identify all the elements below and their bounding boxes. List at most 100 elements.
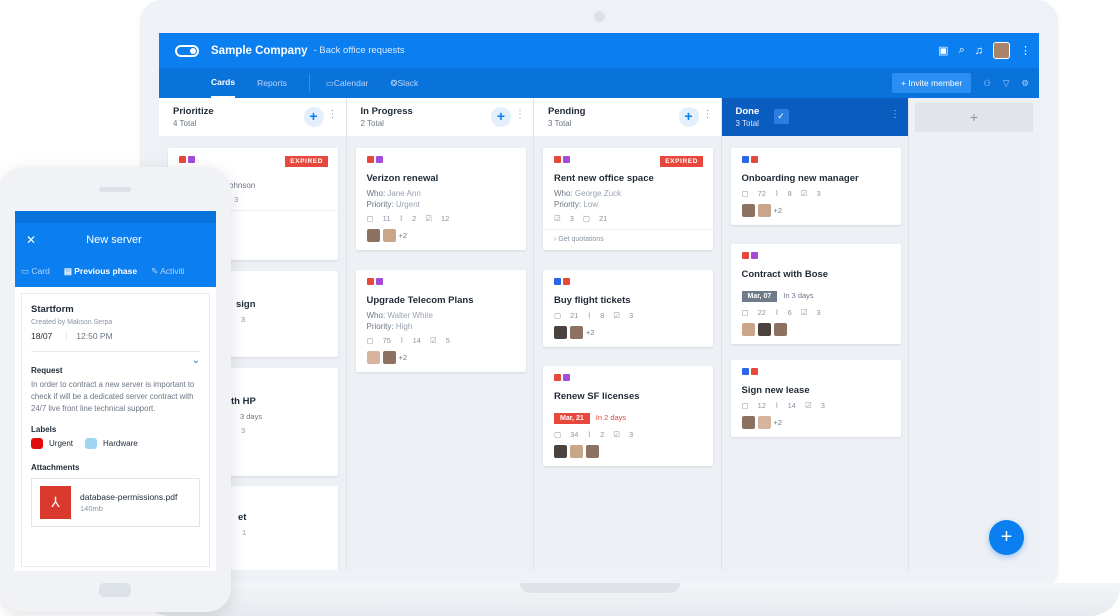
floating-add-button[interactable]: + — [989, 520, 1024, 555]
card[interactable]: Onboarding new manager ▢ 72 ⌇ 8 ☑ 3 +2 — [730, 148, 901, 225]
person-icon[interactable]: ⚇ — [983, 78, 991, 89]
checklist-count: 3 — [816, 189, 821, 198]
tab-card[interactable]: ▭ Card — [21, 266, 50, 277]
comment-icon: ▢ — [554, 311, 562, 320]
file-name: database-permissions.pdf — [80, 492, 178, 502]
tab-reports[interactable]: Reports — [257, 68, 287, 98]
tab-cards[interactable]: Cards — [211, 68, 236, 98]
filter-icon[interactable]: ▽ — [1003, 78, 1010, 89]
add-card-button[interactable]: + — [678, 107, 699, 127]
card[interactable]: Buy flight tickets ▢ 21 ⌇ 8 ☑ 3 +2 — [543, 270, 713, 347]
who-value: George Zuck — [574, 189, 622, 198]
phone-title: New server — [86, 233, 142, 246]
label-tag — [375, 156, 383, 163]
card-link[interactable]: › Get quotations — [543, 229, 713, 250]
label-tag — [741, 156, 749, 163]
logo-icon[interactable] — [175, 44, 199, 57]
search-icon[interactable]: ⌕ — [959, 44, 965, 57]
checklist-count: 3 — [234, 195, 239, 204]
card[interactable]: Contract with Bose Mar, 07 In 3 days ▢ 22 ⌇… — [730, 244, 901, 344]
card[interactable]: Renew SF licenses Mar, 21 In 2 days ▢ 34 ⌇ 2… — [543, 366, 713, 466]
camera — [594, 11, 605, 22]
attachment-count: 8 — [600, 311, 605, 320]
avatar — [570, 445, 583, 458]
phone-speaker — [99, 187, 131, 192]
slack-icon: ❂ — [390, 77, 398, 88]
avatar — [741, 204, 755, 217]
label-tag — [563, 278, 570, 285]
date-badge: Mar, 07 — [741, 291, 778, 302]
column-menu-icon[interactable]: ⋮ — [328, 109, 338, 120]
close-icon[interactable]: ✕ — [26, 233, 36, 247]
phone-screen: ✕ New server ▭ Card ▤ Previous phase ✎ A… — [15, 211, 216, 571]
time-value: 12:50 PM — [66, 331, 113, 341]
avatar — [586, 445, 599, 458]
tab-slack[interactable]: ❂ Slack — [390, 68, 418, 98]
bell-icon[interactable]: ♫ — [975, 45, 983, 57]
column-in-progress: In Progress 2 Total + ⋮ Verizon renewal … — [346, 98, 534, 570]
new-column-area: + + — [909, 98, 1039, 570]
inbox-icon[interactable]: ▣ — [938, 44, 948, 57]
label-tag — [554, 278, 561, 285]
tab-bar: Cards Reports ▭ Calendar ❂ Slack + Invit… — [159, 68, 1039, 98]
done-check-icon[interactable]: ✓ — [773, 109, 789, 124]
label-tag — [750, 156, 758, 163]
label-tag — [750, 368, 758, 375]
card-icon: ▭ — [21, 266, 32, 276]
form-title[interactable]: Startform — [31, 304, 200, 315]
column-header: Prioritize 4 Total + ⋮ — [159, 98, 346, 136]
column-menu-icon[interactable]: ⋮ — [890, 109, 900, 120]
paperclip-icon: ⌇ — [774, 308, 779, 317]
request-text: In order to contract a new server is imp… — [31, 380, 195, 413]
attachment-item[interactable]: ⅄ database-permissions.pdf 140mb — [31, 478, 200, 527]
checklist-icon: ☑ — [613, 311, 621, 320]
add-card-button[interactable]: + — [491, 107, 511, 127]
label-tag — [554, 156, 561, 163]
comment-count: 75 — [382, 336, 391, 345]
card[interactable]: Verizon renewal Who: Jane Ann Priority: … — [355, 148, 526, 250]
tab-slack-label: Slack — [397, 78, 419, 88]
column-menu-icon[interactable]: ⋮ — [703, 109, 713, 120]
checklist-count: 3 — [629, 311, 634, 320]
add-column-button[interactable]: + — [915, 103, 1033, 132]
tab-divider — [308, 74, 310, 92]
tab-activities[interactable]: ✎ Activiti — [151, 266, 185, 277]
labels-list: Urgent Hardware — [31, 438, 200, 449]
chevron-down-icon[interactable]: ⌄ — [192, 355, 200, 366]
user-avatar[interactable] — [993, 42, 1010, 59]
checklist-count: 3 — [241, 426, 246, 435]
pipe-name[interactable]: - Back office requests — [314, 45, 405, 56]
column-menu-icon[interactable]: ⋮ — [515, 109, 525, 120]
company-name[interactable]: Sample Company — [211, 45, 308, 57]
comment-icon: ▢ — [741, 189, 749, 198]
card[interactable]: Sign new lease ▢ 12 ⌇ 14 ☑ 3 +2 — [730, 360, 901, 437]
card[interactable]: Upgrade Telecom Plans Who: Walter White … — [355, 270, 526, 372]
phone-home-button[interactable] — [99, 583, 131, 597]
tab-calendar[interactable]: ▭ Calendar — [326, 68, 369, 98]
attachment-count: 6 — [787, 308, 792, 317]
column-header: In Progress 2 Total + ⋮ — [346, 98, 533, 136]
comment-icon: ▢ — [366, 336, 374, 345]
paperclip-icon: ⌇ — [399, 214, 404, 223]
avatar — [741, 416, 755, 429]
more-people: +2 — [398, 231, 408, 240]
pdf-icon: ⅄ — [40, 486, 71, 519]
add-card-button[interactable]: + — [303, 107, 324, 127]
card[interactable]: EXPIRED Rent new office space Who: Georg… — [543, 148, 713, 250]
avatar — [366, 351, 380, 364]
checklist-icon: ☑ — [800, 189, 808, 198]
priority-label: Priority: — [366, 322, 394, 331]
document-icon: ▤ — [63, 266, 75, 276]
gear-icon[interactable]: ⚙ — [1021, 78, 1029, 89]
created-date: 18/07 12:50 PM — [31, 331, 200, 352]
attachment-count: 14 — [412, 336, 421, 345]
card-title: Buy flight tickets — [554, 295, 631, 306]
tab-previous-phase[interactable]: ▤ Previous phase — [64, 266, 137, 277]
avatar — [757, 204, 771, 217]
phone-header: ✕ New server — [15, 223, 216, 256]
laptop-notch — [520, 583, 680, 593]
attachment-count: 2 — [412, 214, 417, 223]
comment-icon: ▢ — [554, 430, 562, 439]
invite-member-button[interactable]: + Invite member — [892, 73, 972, 93]
more-icon[interactable]: ⋮ — [1020, 44, 1031, 57]
